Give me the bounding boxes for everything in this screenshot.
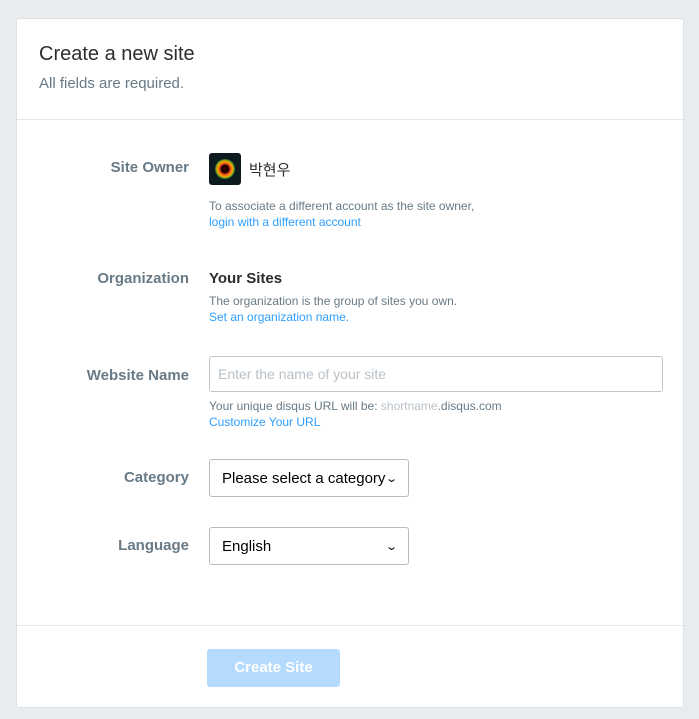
organization-name: Your Sites xyxy=(209,270,283,287)
organization-field: Your Sites The organization is the group… xyxy=(209,269,663,325)
page-subtitle: All fields are required. xyxy=(39,75,185,92)
website-name-input[interactable] xyxy=(209,356,663,392)
language-label: Language xyxy=(118,537,189,554)
page-title: Create a new site xyxy=(39,43,195,65)
website-name-label: Website Name xyxy=(86,367,189,384)
category-select[interactable]: Please select a category ⌄ xyxy=(209,459,409,497)
create-site-button[interactable]: Create Site xyxy=(207,649,340,687)
set-organization-name-link[interactable]: Set an organization name. xyxy=(209,309,663,325)
category-field: Please select a category ⌄ xyxy=(209,459,663,497)
owner-name: 박현우 xyxy=(249,161,291,179)
site-owner-label: Site Owner xyxy=(110,159,189,176)
disqus-url-suffix: .disqus.com xyxy=(437,399,502,413)
organization-label: Organization xyxy=(97,270,189,287)
language-field: English ⌄ xyxy=(209,527,663,565)
customize-url-link[interactable]: Customize Your URL xyxy=(209,414,663,430)
login-different-account-link[interactable]: login with a different account xyxy=(209,214,663,230)
disqus-url-shortname: shortname xyxy=(380,399,438,413)
disqus-url-prefix: Your unique disqus URL will be: xyxy=(209,399,381,413)
website-name-field: Your unique disqus URL will be: shortnam… xyxy=(209,356,663,430)
avatar-ring-icon xyxy=(215,159,235,179)
create-site-card: Create a new site All fields are require… xyxy=(16,18,684,708)
site-owner-help: To associate a different account as the … xyxy=(209,199,475,213)
avatar xyxy=(209,153,241,185)
card-header: Create a new site All fields are require… xyxy=(17,19,683,120)
chevron-down-icon: ⌄ xyxy=(384,540,398,553)
category-selected-value: Please select a category xyxy=(222,469,386,487)
language-selected-value: English xyxy=(222,537,272,555)
category-label: Category xyxy=(123,469,189,486)
language-select[interactable]: English ⌄ xyxy=(209,527,409,565)
chevron-down-icon: ⌄ xyxy=(384,472,398,485)
organization-help: The organization is the group of sites y… xyxy=(209,294,458,308)
site-owner-field: 박현우 To associate a different account as … xyxy=(209,153,663,230)
footer-divider xyxy=(17,625,683,626)
disqus-url-help: Your unique disqus URL will be: shortnam… xyxy=(209,398,663,414)
